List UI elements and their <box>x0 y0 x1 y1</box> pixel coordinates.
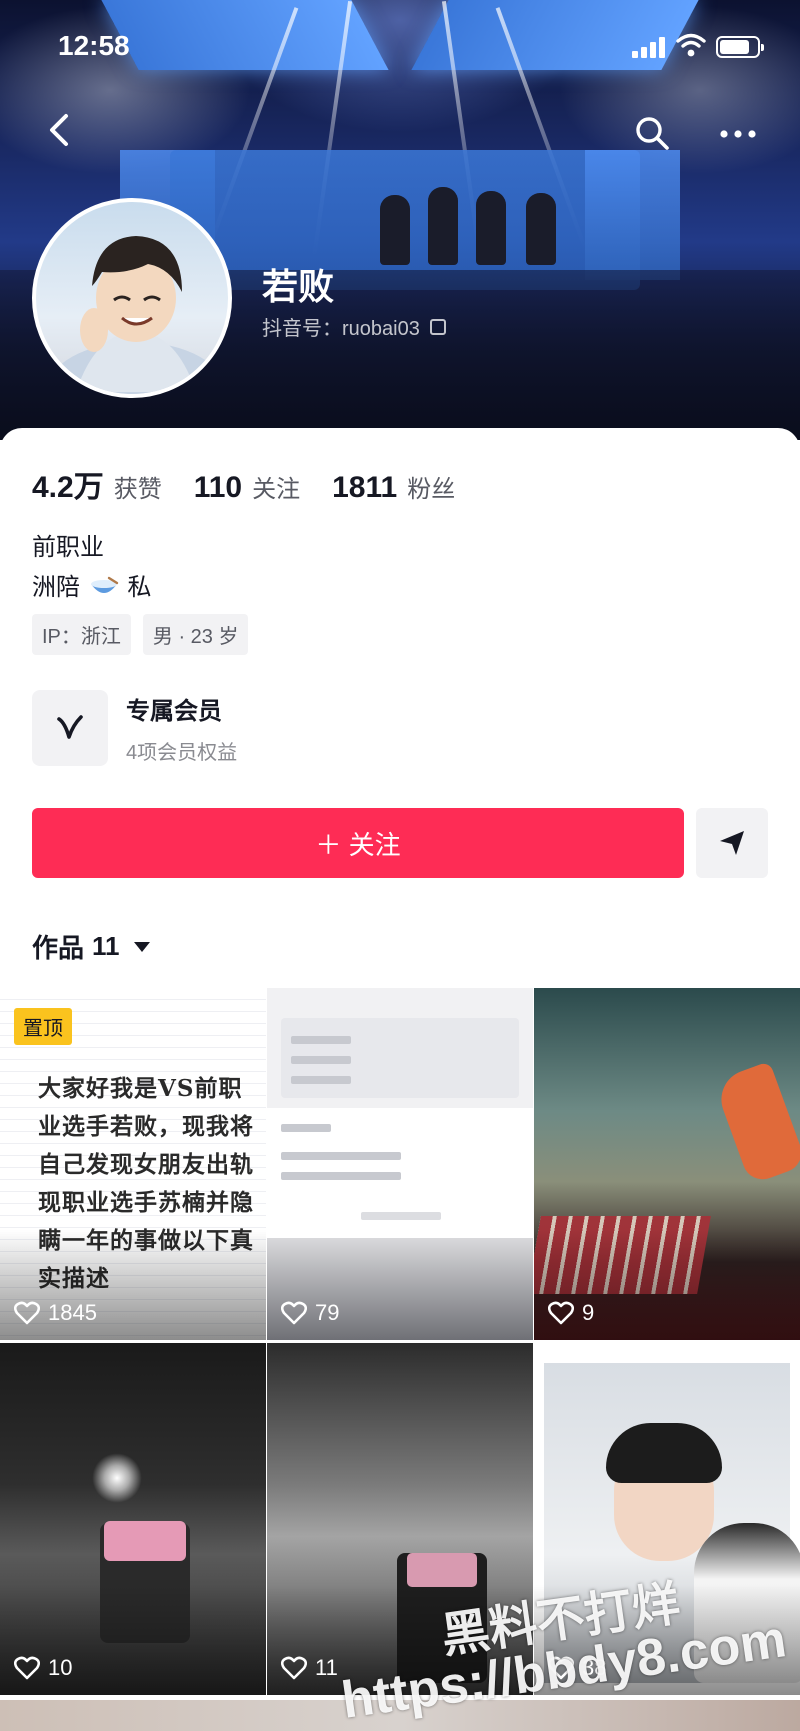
profile-card: 4.2万 获赞 110 关注 1811 粉丝 前职业 洲陪 私 IP：浙江 男 … <box>0 428 800 1731</box>
stat-followers[interactable]: 1811 粉丝 <box>332 469 455 505</box>
stat-value: 110 <box>193 471 243 504</box>
copy-icon[interactable] <box>429 318 446 335</box>
v-logo-icon <box>32 690 108 766</box>
stage-players <box>380 175 580 265</box>
video-likes: 9 <box>548 1300 594 1326</box>
bio-line: 前职业 <box>32 534 104 561</box>
likes-count: 1845 <box>48 1300 97 1325</box>
heart-icon <box>281 1301 307 1325</box>
video-tile[interactable]: 10 <box>0 1343 266 1695</box>
share-arrow-icon <box>720 831 744 855</box>
likes-count: 9 <box>582 1300 595 1325</box>
battery-level <box>720 40 749 54</box>
stats-row: 4.2万 获赞 110 关注 1811 粉丝 <box>32 462 487 506</box>
pinned-badge: 置顶 <box>14 1008 72 1045</box>
stat-value: 4.2万 <box>32 471 104 504</box>
stat-likes[interactable]: 4.2万 获赞 <box>32 462 162 506</box>
heart-icon <box>281 1656 307 1680</box>
status-time: 12:58 <box>58 30 130 61</box>
profile-tags: IP：浙江 男 · 23 岁 <box>32 614 249 655</box>
douyin-id-text: 抖音号：ruobai03 <box>262 318 420 340</box>
vip-subtitle: 4项会员权益 <box>126 742 238 764</box>
caret-down-icon <box>133 941 150 952</box>
stat-label: 粉丝 <box>407 476 456 503</box>
vip-membership[interactable]: 专属会员 4项会员权益 <box>32 690 532 766</box>
bio-text: 私 <box>127 574 152 601</box>
video-likes: 10 <box>14 1655 72 1681</box>
heart-icon <box>14 1301 40 1325</box>
video-tile[interactable]: 79 <box>267 988 533 1340</box>
video-tile[interactable]: 置顶 大家好我是VS前职业选手若败，现我将自己发现女朋友出轨现职业选手苏楠并隐瞒… <box>0 988 266 1340</box>
video-likes: 1845 <box>14 1300 97 1326</box>
more-button[interactable] <box>718 124 758 144</box>
display-name: 若败 <box>262 266 335 307</box>
works-count: 11 <box>92 931 120 961</box>
tab-works[interactable]: 作品 11 <box>32 928 150 965</box>
video-likes: 79 <box>281 1300 339 1326</box>
douyin-id[interactable]: 抖音号：ruobai03 <box>262 312 446 341</box>
wifi-icon <box>676 33 706 57</box>
stat-label: 获赞 <box>113 476 162 503</box>
stat-value: 1811 <box>332 471 398 504</box>
stat-label: 关注 <box>252 476 301 503</box>
avatar-illustration <box>46 236 226 394</box>
avatar[interactable] <box>32 198 232 398</box>
works-label: 作品 <box>32 933 85 963</box>
share-button[interactable] <box>696 808 768 878</box>
back-button[interactable] <box>40 110 80 150</box>
video-tile[interactable]: 9 <box>534 988 800 1340</box>
likes-count: 11 <box>315 1655 338 1680</box>
stage-screen-right <box>585 150 680 280</box>
likes-count: 10 <box>48 1655 73 1680</box>
battery-icon <box>716 36 764 58</box>
bio-text: 洲陪 <box>32 574 80 601</box>
bio: 前职业 洲陪 私 <box>32 528 151 608</box>
heart-icon <box>548 1301 574 1325</box>
video-likes: 11 <box>281 1655 338 1681</box>
bio-line: 洲陪 私 <box>32 568 151 608</box>
bowl-emoji-icon <box>90 576 118 593</box>
ip-tag: IP：浙江 <box>32 614 131 655</box>
vip-title: 专属会员 <box>126 698 222 725</box>
heart-icon <box>14 1656 40 1680</box>
follow-button[interactable]: ＋ 关注 <box>32 808 684 878</box>
cellular-signal-icon <box>632 36 666 58</box>
stat-following[interactable]: 110 关注 <box>194 469 300 505</box>
search-button[interactable] <box>634 115 670 151</box>
likes-count: 79 <box>315 1300 340 1325</box>
status-bar: 12:58 <box>0 0 800 90</box>
follow-label: ＋ 关注 <box>315 829 401 860</box>
gender-age-tag: 男 · 23 岁 <box>142 614 249 655</box>
